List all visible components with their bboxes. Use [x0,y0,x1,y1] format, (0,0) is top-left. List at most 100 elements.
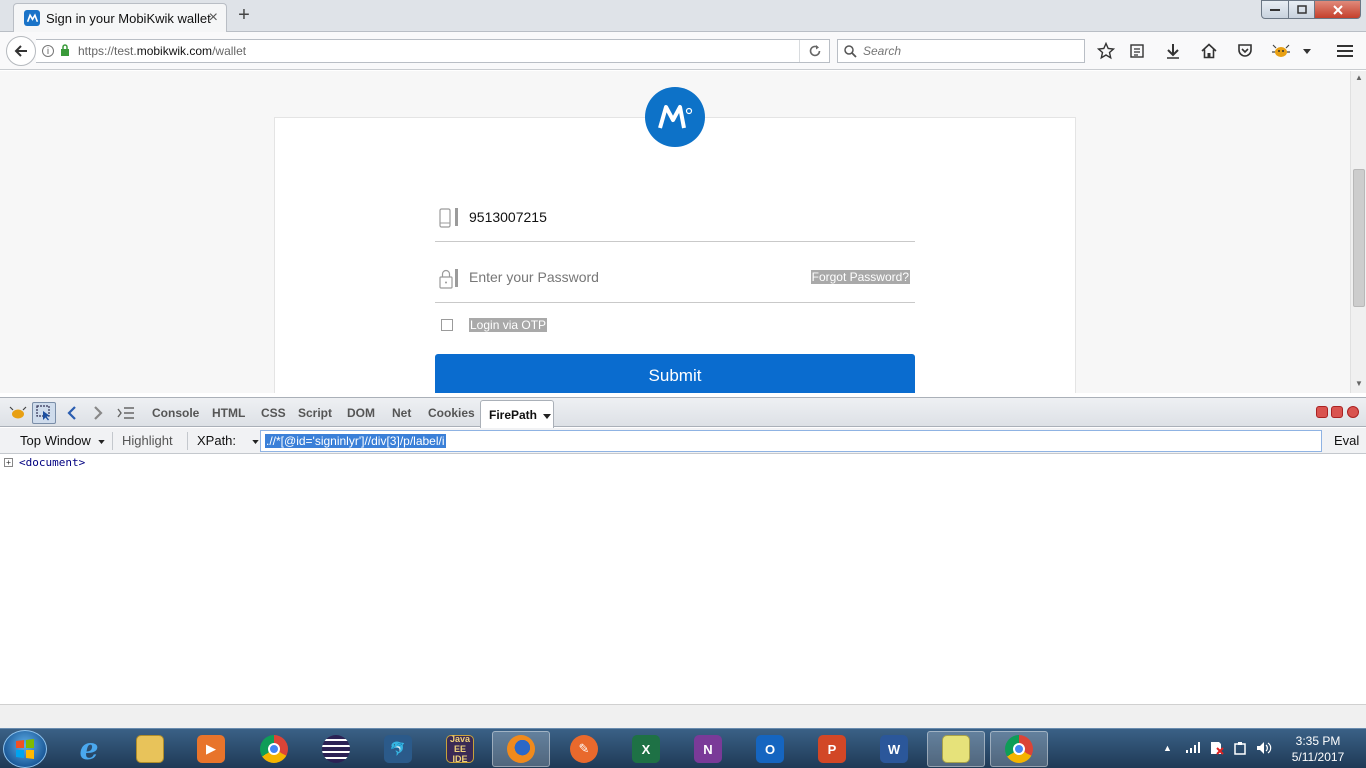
action-center-icon[interactable] [1209,741,1225,758]
reload-icon[interactable] [799,40,829,62]
system-clock[interactable]: 3:35 PM 5/11/2017 [1280,733,1356,765]
lock-icon [439,269,453,292]
mobikwik-favicon-icon [24,10,40,26]
excel-icon[interactable]: X [617,731,675,767]
network-signal-icon[interactable] [1185,741,1201,756]
java-ee-ide-icon[interactable]: Java EE IDE [431,731,489,767]
new-tab-button[interactable]: + [234,5,254,27]
tab-strip: Sign in your MobiKwik wallet × + [0,0,1366,32]
firebug-detach-icon[interactable] [1331,406,1343,418]
browser-tab[interactable]: Sign in your MobiKwik wallet × [13,3,227,32]
firebug-minimize-icon[interactable] [1316,406,1328,418]
page-scrollbar[interactable]: ▲ ▼ [1350,71,1366,393]
tab-dom[interactable]: DOM [347,406,375,420]
mobile-number-field[interactable]: 9513007215 [435,202,915,242]
signin-card [274,117,1076,393]
document-tree-node[interactable]: + <document> [4,456,85,469]
tab-html[interactable]: HTML [212,406,245,420]
hamburger-menu-icon[interactable] [1335,41,1355,61]
close-window-button[interactable] [1314,0,1361,19]
firepath-toolbar: Top Window Highlight XPath: .//*[@id='si… [0,428,1366,454]
scrollbar-thumb[interactable] [1353,169,1365,307]
clock-time: 3:35 PM [1295,734,1341,748]
status-bar [0,704,1366,728]
forward-chevron-icon[interactable] [90,404,106,422]
inspect-element-icon[interactable] [32,402,56,424]
back-chevron-icon[interactable] [64,404,80,422]
firebug-logo-icon[interactable] [8,404,28,422]
eclipse-icon[interactable] [307,731,365,767]
reading-list-icon[interactable] [1127,41,1147,61]
bookmark-star-icon[interactable] [1096,41,1116,61]
firebug-icon[interactable] [1271,41,1291,61]
url-bar[interactable]: i https://test.mobikwik.com/wallet [36,39,830,63]
back-arrow-icon [14,45,27,57]
xpath-value[interactable]: .//*[@id='signinlyr']//div[3]/p/label/i [265,434,446,448]
media-player-icon[interactable]: ▶ [182,731,240,767]
document-node-label: <document> [19,456,86,469]
mysql-workbench-icon[interactable]: 🐬 [369,731,427,767]
highlight-button[interactable]: Highlight [122,433,173,448]
submit-button[interactable]: Submit [435,354,915,393]
tab-cookies[interactable]: Cookies [428,406,475,420]
chevron-down-icon [543,414,552,419]
tab-firepath[interactable]: FirePath [480,400,554,428]
show-hidden-icons-icon[interactable]: ▲ [1163,743,1172,753]
minimize-button[interactable] [1261,0,1289,19]
scroll-down-icon[interactable]: ▼ [1355,379,1363,388]
firebug-menu-chevron-icon[interactable] [1297,41,1317,61]
volume-icon[interactable] [1256,741,1272,758]
mobile-phone-icon [439,208,451,231]
scroll-up-icon[interactable]: ▲ [1355,73,1363,82]
back-button[interactable] [6,36,36,66]
password-input[interactable] [469,269,789,285]
otp-checkbox[interactable] [441,319,453,331]
command-line-icon[interactable] [116,404,136,422]
home-icon[interactable] [1199,41,1219,61]
tab-net[interactable]: Net [392,406,411,420]
expand-icon[interactable]: + [4,458,13,467]
url-text: https://test.mobikwik.com/wallet [78,44,247,58]
chrome-icon[interactable] [990,731,1048,767]
xpath-input[interactable]: .//*[@id='signinlyr']//div[3]/p/label/i [260,430,1322,452]
mobikwik-logo-icon [645,87,705,147]
power-icon[interactable] [1233,741,1247,758]
firebug-close-icon[interactable] [1347,406,1359,418]
site-info-icon[interactable]: i [42,45,54,57]
tab-css[interactable]: CSS [261,406,286,420]
outlook-icon[interactable]: O [741,731,799,767]
sticky-notes-icon[interactable] [927,731,985,767]
file-explorer-icon[interactable] [121,731,179,767]
firefox-icon[interactable] [492,731,550,767]
word-icon[interactable]: W [865,731,923,767]
search-input[interactable] [863,44,1063,58]
tab-console[interactable]: Console [152,406,199,420]
start-button[interactable] [3,730,47,768]
windows-taskbar: e ▶ 🐬 Java EE IDE ✎ X N O P W ▲ 3:35 PM … [0,728,1366,768]
tab-title: Sign in your MobiKwik wallet [46,10,211,26]
powerpoint-icon[interactable]: P [803,731,861,767]
internet-explorer-icon[interactable]: e [60,731,118,767]
chevron-down-icon [98,439,106,444]
field-divider [455,269,458,287]
top-window-dropdown[interactable]: Top Window [20,433,106,448]
remote-tool-icon[interactable]: ✎ [555,731,613,767]
mobile-number-value[interactable]: 9513007215 [469,209,547,225]
downloads-icon[interactable] [1163,41,1183,61]
onenote-icon[interactable]: N [679,731,737,767]
lock-icon [60,43,70,59]
otp-label[interactable]: Login via OTP [469,318,548,332]
tab-close-icon[interactable]: × [209,10,218,26]
firepath-results-panel: + <document> [0,454,1366,704]
tab-script[interactable]: Script [298,406,332,420]
pocket-icon[interactable] [1235,41,1255,61]
search-bar[interactable] [837,39,1085,63]
chrome-icon[interactable] [245,731,303,767]
xpath-selector-dropdown[interactable]: XPath: [197,433,259,448]
forgot-password-link[interactable]: Forgot Password? [810,270,910,284]
field-divider [455,208,458,226]
password-field[interactable]: Forgot Password? [435,263,915,303]
login-via-otp-option[interactable]: Login via OTP [441,318,548,332]
maximize-button[interactable] [1288,0,1315,19]
eval-button[interactable]: Eval [1334,433,1359,448]
